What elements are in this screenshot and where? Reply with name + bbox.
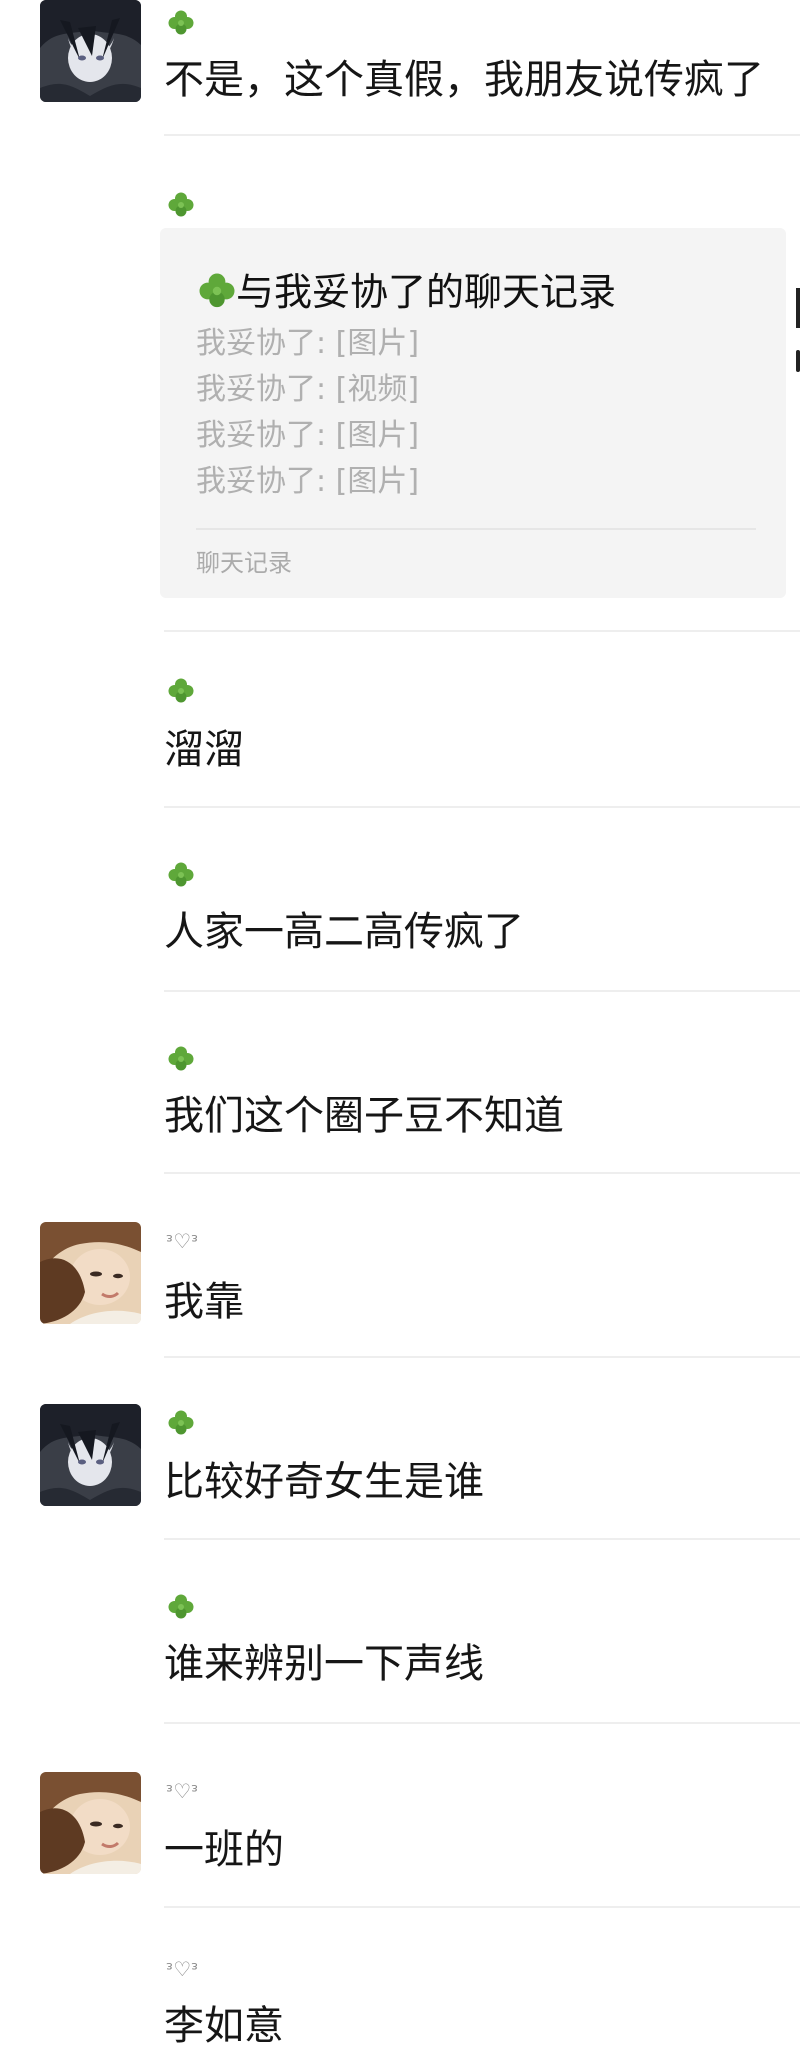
anime-boy-avatar-image [40, 0, 141, 102]
divider [164, 630, 800, 632]
divider [164, 990, 800, 992]
message-text: 李如意 [164, 2003, 284, 2049]
divider [164, 1906, 800, 1908]
message-text: 溜溜 [164, 727, 244, 773]
divider [164, 134, 800, 136]
message-text: 谁来辨别一下声线 [164, 1641, 484, 1687]
clover-icon [166, 8, 196, 38]
clover-icon [166, 860, 196, 890]
avatar-boy[interactable] [40, 0, 141, 102]
message-text: 我靠 [164, 1279, 244, 1325]
chat-history-card[interactable]: 与我妥协了的聊天记录 我妥协了: [图片] 我妥协了: [视频] 我妥协了: [… [160, 228, 786, 598]
divider [164, 806, 800, 808]
divider [164, 1356, 800, 1358]
sender-nickname: ᵌ♡ᵌ [166, 1957, 199, 1981]
clover-icon [166, 190, 196, 220]
card-title: 与我妥协了的聊天记录 [236, 270, 617, 314]
card-footer: 聊天记录 [196, 549, 292, 577]
message-text: 比较好奇女生是谁 [164, 1459, 484, 1505]
divider [164, 1722, 800, 1724]
clover-icon [166, 1408, 196, 1438]
avatar-girl[interactable] [40, 1772, 141, 1874]
card-line: 我妥协了: [图片] [196, 418, 420, 453]
clover-icon [196, 270, 238, 312]
sender-nickname: ᵌ♡ᵌ [166, 1779, 199, 1803]
clover-icon [166, 1044, 196, 1074]
divider [164, 1172, 800, 1174]
clover-icon [166, 1592, 196, 1622]
cropped-text-edge [796, 350, 800, 372]
avatar-boy[interactable] [40, 1404, 141, 1506]
message-text: 人家一高二高传疯了 [164, 909, 524, 955]
message-text: 我们这个圈子豆不知道 [164, 1093, 564, 1139]
divider [164, 1538, 800, 1540]
girl-photo-avatar-image [40, 1222, 141, 1324]
card-line: 我妥协了: [图片] [196, 464, 420, 499]
card-line: 我妥协了: [图片] [196, 326, 420, 361]
message-text: 一班的 [164, 1827, 284, 1873]
clover-icon [166, 676, 196, 706]
girl-photo-avatar-image [40, 1772, 141, 1874]
anime-boy-avatar-image [40, 1404, 141, 1506]
sender-nickname: ᵌ♡ᵌ [166, 1229, 199, 1253]
card-divider [196, 528, 756, 530]
avatar-girl[interactable] [40, 1222, 141, 1324]
card-line: 我妥协了: [视频] [196, 372, 420, 407]
message-text: 不是，这个真假，我朋友说传疯了 [164, 57, 764, 103]
cropped-text-edge [796, 288, 800, 328]
